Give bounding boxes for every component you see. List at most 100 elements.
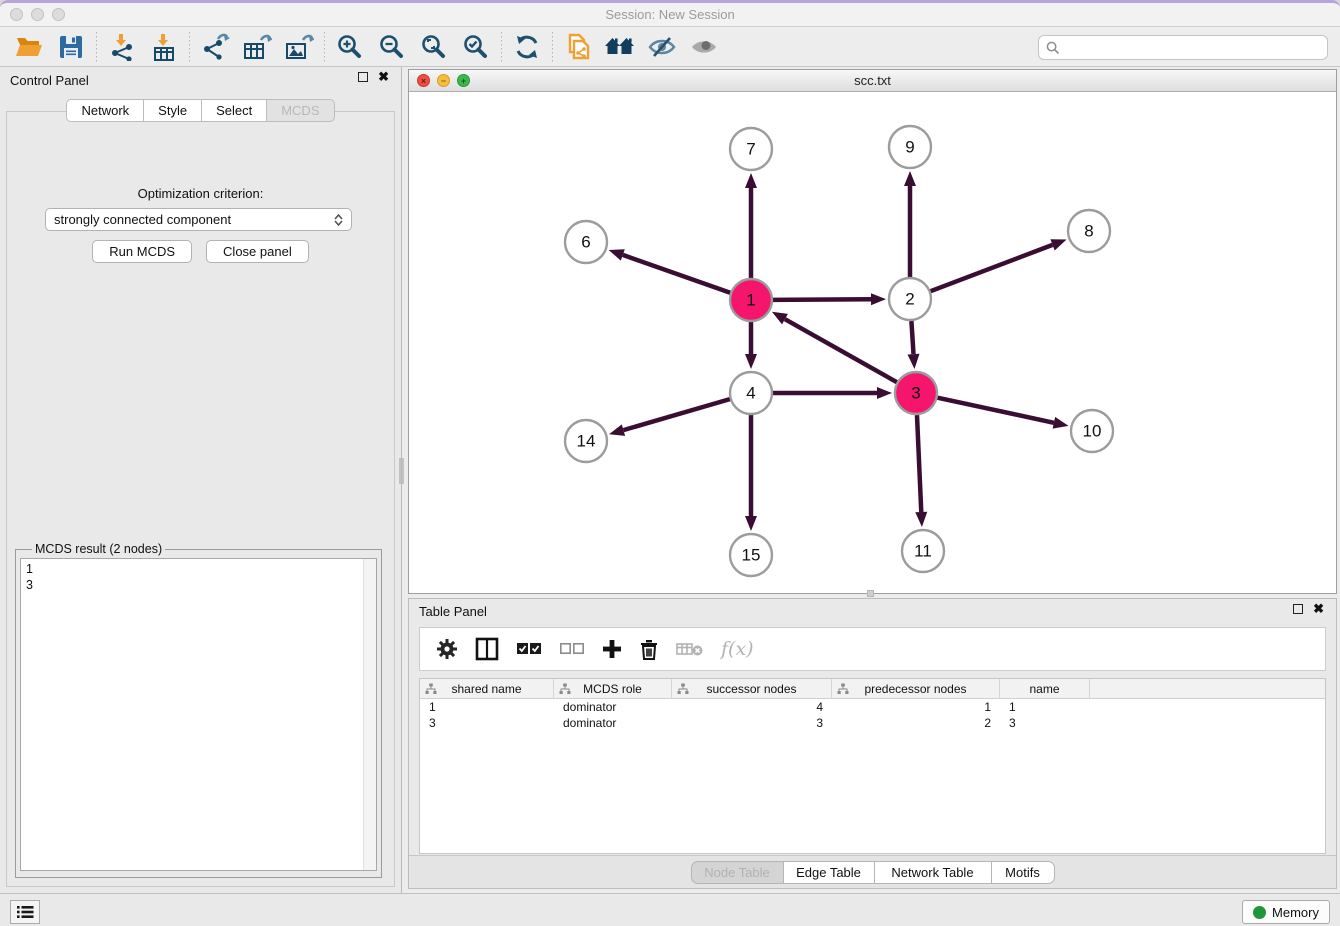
import-table-icon[interactable] [143, 30, 185, 64]
control-panel-title: Control Panel [10, 73, 89, 88]
close-panel-button[interactable]: Close panel [206, 240, 309, 263]
maximize-network-icon[interactable]: + [457, 74, 470, 87]
table-cell[interactable]: 3 [420, 715, 554, 731]
close-network-icon[interactable]: × [417, 74, 430, 87]
table-settings-gear-icon[interactable] [436, 638, 458, 660]
search-field[interactable] [1038, 35, 1328, 60]
edge-arrowhead [745, 173, 757, 188]
hide-panel-eye-slash-icon[interactable] [641, 30, 683, 64]
float-table-panel-icon[interactable] [1293, 604, 1303, 614]
float-panel-icon[interactable] [358, 72, 368, 82]
network-window-titlebar[interactable]: × − + scc.txt [409, 70, 1336, 92]
search-input[interactable] [1060, 39, 1327, 56]
close-table-panel-icon[interactable]: ✖ [1313, 604, 1324, 614]
table-toolbar: f(x) [419, 627, 1326, 671]
result-scrollbar[interactable] [363, 559, 376, 870]
mcds-result-fieldset: MCDS result (2 nodes) 1 3 [15, 542, 382, 878]
edge-arrowhead [871, 293, 886, 305]
edge-arrowhead [915, 512, 927, 527]
edge-3-10[interactable] [938, 398, 1054, 423]
table-tab-edge-table[interactable]: Edge Table [784, 861, 875, 884]
control-tab-network[interactable]: Network [66, 99, 144, 122]
open-session-icon[interactable] [8, 30, 50, 64]
table-cell[interactable]: 4 [672, 699, 832, 715]
run-mcds-button[interactable]: Run MCDS [92, 240, 192, 263]
column-header-name[interactable]: name [1000, 679, 1090, 698]
table-cell[interactable]: 2 [832, 715, 1000, 731]
edge-arrowhead [609, 249, 625, 260]
column-header-MCDS-role[interactable]: MCDS role [554, 679, 672, 698]
edge-arrowhead [1050, 239, 1066, 250]
show-panel-eye-icon[interactable] [683, 30, 725, 64]
column-header-successor-nodes[interactable]: successor nodes [672, 679, 832, 698]
control-tab-select[interactable]: Select [202, 99, 267, 122]
edge-arrowhead [745, 354, 757, 369]
select-all-icon[interactable] [516, 642, 542, 656]
search-icon [1046, 41, 1060, 55]
mcds-result-text: 1 3 [20, 558, 377, 871]
column-type-icon [677, 683, 689, 695]
table-body: 1dominator4113dominator323 [420, 699, 1325, 731]
table-cell[interactable]: 1 [1000, 699, 1090, 715]
edge-3-1[interactable] [785, 319, 897, 382]
edge-4-14[interactable] [623, 399, 729, 430]
edge-1-2[interactable] [773, 299, 871, 300]
network-window-title: scc.txt [409, 73, 1336, 88]
zoom-out-icon[interactable] [371, 30, 413, 64]
memory-button[interactable]: Memory [1242, 900, 1330, 924]
close-window-button[interactable] [10, 8, 23, 21]
import-network-icon[interactable] [101, 30, 143, 64]
control-tab-mcds[interactable]: MCDS [267, 99, 334, 122]
column-header-shared-name[interactable]: shared name [420, 679, 554, 698]
graph-node-label: 9 [905, 138, 914, 157]
minimize-network-icon[interactable]: − [437, 74, 450, 87]
table-cell[interactable]: dominator [554, 715, 672, 731]
table-tab-motifs[interactable]: Motifs [992, 861, 1055, 884]
network-graph[interactable]: 1234678910111415 [409, 93, 1336, 594]
minimize-window-button[interactable] [31, 8, 44, 21]
save-session-icon[interactable] [50, 30, 92, 64]
delete-row-trash-icon[interactable] [639, 638, 659, 660]
zoom-selected-icon[interactable] [455, 30, 497, 64]
application-window: Session: New Session [0, 0, 1340, 926]
home-icon[interactable] [599, 30, 641, 64]
table-cell[interactable]: 3 [672, 715, 832, 731]
task-history-button[interactable] [10, 900, 40, 924]
panel-splitter-handle[interactable] [399, 458, 405, 484]
refresh-view-icon[interactable] [506, 30, 548, 64]
table-cell[interactable]: 1 [832, 699, 1000, 715]
add-row-plus-icon[interactable] [602, 639, 622, 659]
network-resize-handle[interactable] [867, 590, 874, 597]
edge-2-3[interactable] [911, 321, 913, 354]
close-panel-icon[interactable]: ✖ [378, 72, 389, 82]
table-tab-network-table[interactable]: Network Table [875, 861, 992, 884]
split-columns-icon[interactable] [475, 637, 499, 661]
export-table-icon[interactable] [236, 30, 278, 64]
table-row[interactable]: 1dominator411 [420, 699, 1325, 715]
table-cell[interactable]: 1 [420, 699, 554, 715]
zoom-window-button[interactable] [52, 8, 65, 21]
edge-3-11[interactable] [917, 415, 921, 512]
memory-button-label: Memory [1272, 905, 1319, 920]
control-tab-style[interactable]: Style [144, 99, 202, 122]
node-table[interactable]: shared nameMCDS rolesuccessor nodesprede… [419, 678, 1326, 854]
table-tab-node-table[interactable]: Node Table [691, 861, 784, 884]
delete-table-icon [676, 641, 704, 657]
criterion-dropdown[interactable]: strongly connected component [45, 208, 352, 231]
table-cell[interactable]: dominator [554, 699, 672, 715]
edge-1-6[interactable] [623, 255, 730, 293]
export-network-icon[interactable] [194, 30, 236, 64]
column-header-predecessor-nodes[interactable]: predecessor nodes [832, 679, 1000, 698]
window-titlebar: Session: New Session [0, 3, 1340, 27]
edge-arrowhead [904, 171, 916, 186]
table-cell[interactable]: 3 [1000, 715, 1090, 731]
deselect-all-icon[interactable] [559, 642, 585, 656]
zoom-in-icon[interactable] [329, 30, 371, 64]
network-canvas[interactable]: 1234678910111415 [409, 93, 1336, 593]
edge-2-8[interactable] [931, 245, 1053, 291]
export-image-icon[interactable] [278, 30, 320, 64]
toolbar-separator [501, 32, 502, 62]
table-row[interactable]: 3dominator323 [420, 715, 1325, 731]
copy-network-view-icon[interactable] [557, 30, 599, 64]
zoom-fit-icon[interactable] [413, 30, 455, 64]
